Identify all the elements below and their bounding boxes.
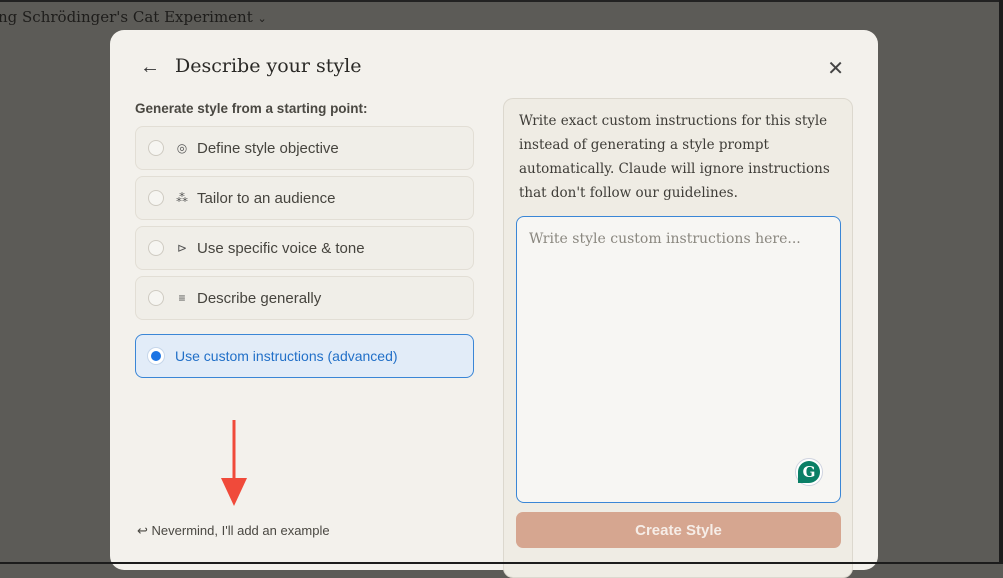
modal-title: Describe your style bbox=[175, 55, 362, 77]
option-label: Use specific voice & tone bbox=[197, 239, 365, 257]
back-arrow-icon[interactable]: ← bbox=[140, 56, 160, 79]
starting-point-heading: Generate style from a starting point: bbox=[135, 101, 368, 116]
grammarly-icon[interactable]: G bbox=[795, 458, 823, 486]
custom-instructions-description: Write exact custom instructions for this… bbox=[519, 113, 830, 201]
radio-button-selected[interactable] bbox=[148, 348, 164, 364]
radio-button[interactable] bbox=[148, 290, 164, 306]
close-icon[interactable]: ✕ bbox=[827, 56, 844, 81]
custom-instructions-panel: Write exact custom instructions for this… bbox=[503, 98, 853, 578]
megaphone-icon: ⊳ bbox=[176, 241, 188, 255]
option-label: Tailor to an audience bbox=[197, 189, 336, 207]
top-bar: ng Schrödinger's Cat Experiment ⌄ bbox=[0, 0, 1003, 30]
radio-button[interactable] bbox=[148, 140, 164, 156]
option-define-style-objective[interactable]: ◎ Define style objective bbox=[135, 126, 474, 170]
radio-button[interactable] bbox=[148, 240, 164, 256]
undo-icon: ↩ bbox=[137, 523, 148, 538]
option-label: Describe generally bbox=[197, 289, 322, 307]
custom-instructions-textarea[interactable]: Write style custom instructions here... … bbox=[516, 216, 841, 503]
textarea-placeholder: Write style custom instructions here... bbox=[529, 231, 801, 247]
create-style-button[interactable]: Create Style bbox=[516, 512, 841, 548]
option-custom-instructions[interactable]: Use custom instructions (advanced) bbox=[135, 334, 474, 378]
chevron-down-icon: ⌄ bbox=[257, 12, 267, 25]
frame-border bbox=[999, 0, 1003, 564]
option-voice-tone[interactable]: ⊳ Use specific voice & tone bbox=[135, 226, 474, 270]
nevermind-link[interactable]: ↩ Nevermind, I'll add an example bbox=[137, 523, 330, 539]
option-label: Define style objective bbox=[197, 139, 339, 157]
conversation-title[interactable]: ng Schrödinger's Cat Experiment ⌄ bbox=[0, 8, 267, 26]
annotation-arrow-icon bbox=[221, 420, 247, 506]
target-icon: ◎ bbox=[176, 141, 188, 155]
option-tailor-audience[interactable]: ⁂ Tailor to an audience bbox=[135, 176, 474, 220]
lines-icon: ≡ bbox=[178, 291, 186, 305]
people-icon: ⁂ bbox=[176, 191, 188, 205]
radio-button[interactable] bbox=[148, 190, 164, 206]
option-describe-generally[interactable]: ≡ Describe generally bbox=[135, 276, 474, 320]
option-label: Use custom instructions (advanced) bbox=[175, 348, 398, 364]
